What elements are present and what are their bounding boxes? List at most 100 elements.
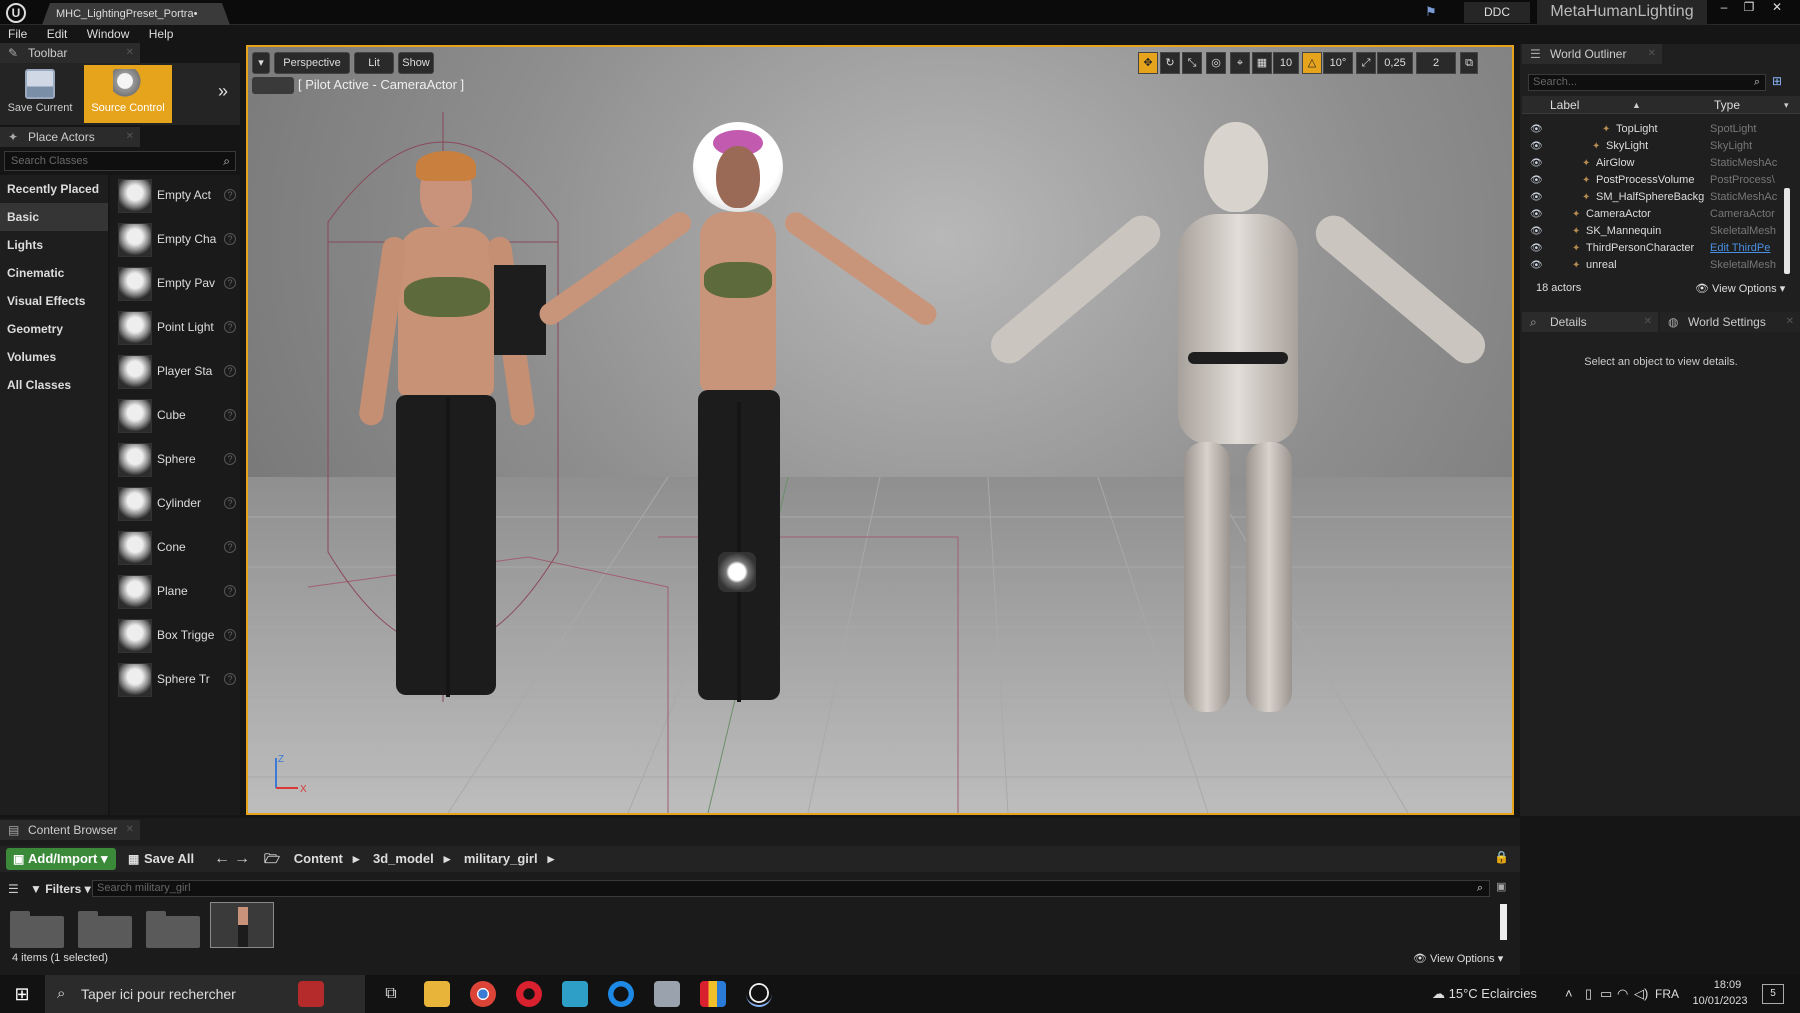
help-icon[interactable]: ? (224, 585, 236, 597)
scale-snap-value[interactable]: 0,25 (1377, 52, 1413, 74)
perspective-button[interactable]: Perspective (274, 52, 350, 74)
class-row[interactable]: Plane? (110, 571, 240, 615)
help-icon[interactable]: ? (224, 277, 236, 289)
language-indicator[interactable]: FRA (1655, 975, 1679, 1013)
class-row[interactable]: Cube? (110, 395, 240, 439)
outliner-view-options-button[interactable]: 👁 View Options ▾ (1695, 282, 1785, 295)
minimize-button[interactable]: – (1712, 0, 1736, 16)
help-icon[interactable]: ? (224, 629, 236, 641)
translate-tool-icon[interactable]: ✥ (1138, 52, 1158, 74)
content-browser-scrollbar[interactable] (1500, 904, 1507, 940)
help-icon[interactable]: ? (224, 365, 236, 377)
level-viewport[interactable]: ▾ Perspective Lit Show [ Pilot Active - … (246, 45, 1514, 815)
rotation-snap-value[interactable]: 10° (1323, 52, 1353, 74)
class-row[interactable]: Sphere Tr? (110, 659, 240, 703)
visibility-eye-icon[interactable]: 👁 (1530, 206, 1544, 223)
breadcrumb-military-girl[interactable]: military_girl (464, 851, 538, 866)
outliner-row[interactable]: 👁 ✦ SK_Mannequin SkeletalMesh (1522, 223, 1792, 240)
tab-details[interactable]: ⌕ Details ✕ (1522, 312, 1658, 332)
spotlight-gizmo-icon[interactable] (718, 552, 756, 592)
lit-button[interactable]: Lit (354, 52, 394, 74)
visibility-eye-icon[interactable]: 👁 (1530, 172, 1544, 189)
class-row[interactable]: Cone? (110, 527, 240, 571)
outliner-row[interactable]: 👁 ✦ AirGlow StaticMeshAc (1522, 155, 1792, 172)
tab-toolbar[interactable]: ✎ Toolbar ✕ (0, 43, 140, 63)
tab-place-actors[interactable]: ✦ Place Actors ✕ (0, 127, 140, 147)
maximize-viewport-icon[interactable]: ⧉ (1460, 52, 1478, 74)
close-icon[interactable]: ✕ (1786, 312, 1794, 332)
battery-icon[interactable]: ▭ (1600, 975, 1612, 1013)
visibility-eye-icon[interactable]: 👁 (1530, 223, 1544, 240)
scale-tool-icon[interactable]: ⤡ (1182, 52, 1202, 74)
outliner-row[interactable]: 👁 ✦ unreal SkeletalMesh (1522, 257, 1792, 274)
column-label-header[interactable]: Label (1550, 96, 1579, 114)
save-search-icon[interactable]: ▣ (1496, 880, 1506, 893)
help-icon[interactable]: ? (224, 673, 236, 685)
chrome-icon[interactable] (470, 981, 496, 1007)
task-view-icon[interactable]: ⧉ (378, 981, 404, 1007)
content-search-input[interactable]: Search military_girl ⌕ (92, 880, 1490, 897)
help-icon[interactable]: ? (224, 497, 236, 509)
class-row[interactable]: Point Light? (110, 307, 240, 351)
tab-world-settings[interactable]: ◍ World Settings ✕ (1660, 312, 1800, 332)
visibility-eye-icon[interactable]: 👁 (1530, 189, 1544, 206)
close-icon[interactable]: ✕ (1648, 44, 1656, 64)
scale-snap-icon[interactable]: ⤢ (1356, 52, 1376, 74)
outliner-row[interactable]: 👁 ✦ SM_HalfSphereBackg StaticMeshAc (1522, 189, 1792, 206)
tab-world-outliner[interactable]: ☰ World Outliner ✕ (1522, 44, 1662, 64)
grid-snap-icon[interactable]: ▦ (1252, 52, 1272, 74)
unreal-mannequin[interactable] (983, 122, 1493, 722)
windows-start-icon[interactable]: ⊞ (10, 983, 34, 1005)
breadcrumb-separator-icon[interactable]: ▸ (548, 851, 555, 866)
category-lights[interactable]: Lights (0, 231, 108, 259)
app-window-icon[interactable] (654, 981, 680, 1007)
ddc-button[interactable]: DDC (1464, 2, 1530, 23)
wifi-icon[interactable]: ◠ (1617, 975, 1628, 1013)
restore-button[interactable]: ❐ (1737, 0, 1761, 16)
search-classes-input[interactable]: Search Classes ⌕ (4, 151, 236, 171)
folder-thumbnail[interactable] (78, 911, 132, 948)
outliner-row[interactable]: 👁 ✦ PostProcessVolume PostProcess\ (1522, 172, 1792, 189)
outliner-row[interactable]: 👁 ✦ TopLight SpotLight (1522, 121, 1792, 138)
ccleaner-icon[interactable] (608, 981, 634, 1007)
tab-content-browser[interactable]: ▤ Content Browser ✕ (0, 820, 140, 840)
category-geometry[interactable]: Geometry (0, 315, 108, 343)
back-icon[interactable]: ← (214, 848, 230, 870)
breadcrumb-separator-icon[interactable]: ▸ (353, 851, 360, 866)
class-row[interactable]: Box Trigge? (110, 615, 240, 659)
close-icon[interactable]: ✕ (126, 127, 134, 147)
help-icon[interactable]: ? (224, 189, 236, 201)
chevron-down-icon[interactable]: ▾ (1784, 96, 1789, 114)
tray-device-icon[interactable]: ▯ (1585, 975, 1592, 1013)
volume-icon[interactable]: ◁) (1634, 975, 1648, 1013)
menu-help[interactable]: Help (141, 25, 182, 43)
visibility-eye-icon[interactable]: 👁 (1530, 240, 1544, 257)
opera-icon[interactable] (516, 981, 542, 1007)
add-import-button[interactable]: ▣ Add/Import ▾ (6, 848, 116, 870)
class-row[interactable]: Cylinder? (110, 483, 240, 527)
unreal-engine-taskbar-icon[interactable] (746, 981, 772, 1007)
outliner-row[interactable]: 👁 ✦ ThirdPersonCharacter Edit ThirdPe (1522, 240, 1792, 257)
metahuman-character-1[interactable] (328, 151, 568, 717)
visibility-eye-icon[interactable]: 👁 (1530, 138, 1544, 155)
show-button[interactable]: Show (398, 52, 434, 74)
help-icon[interactable]: ? (224, 541, 236, 553)
class-row[interactable]: Empty Cha? (110, 219, 240, 263)
category-cinematic[interactable]: Cinematic (0, 259, 108, 287)
outliner-search-input[interactable]: Search... ⌕ (1528, 74, 1766, 91)
close-icon[interactable]: ✕ (126, 43, 134, 63)
close-icon[interactable]: ✕ (1644, 312, 1652, 332)
sources-toggle-icon[interactable]: ☰ (8, 880, 19, 898)
rotate-tool-icon[interactable]: ↻ (1160, 52, 1180, 74)
flag-icon[interactable]: ⚑ (1425, 4, 1441, 20)
visibility-eye-icon[interactable]: 👁 (1530, 155, 1544, 172)
column-type-header[interactable]: Type (1714, 96, 1740, 114)
rotation-snap-icon[interactable]: △ (1302, 52, 1322, 74)
document-tab[interactable]: MHC_LightingPreset_Portra• (42, 3, 230, 25)
lock-icon[interactable]: 🔒 (1494, 850, 1509, 864)
viewport-options-icon[interactable]: ▾ (252, 52, 270, 74)
folder-thumbnail[interactable] (10, 911, 64, 948)
save-current-button[interactable]: Save Current (4, 65, 76, 123)
help-icon[interactable]: ? (224, 233, 236, 245)
visibility-eye-icon[interactable]: 👁 (1530, 121, 1544, 138)
